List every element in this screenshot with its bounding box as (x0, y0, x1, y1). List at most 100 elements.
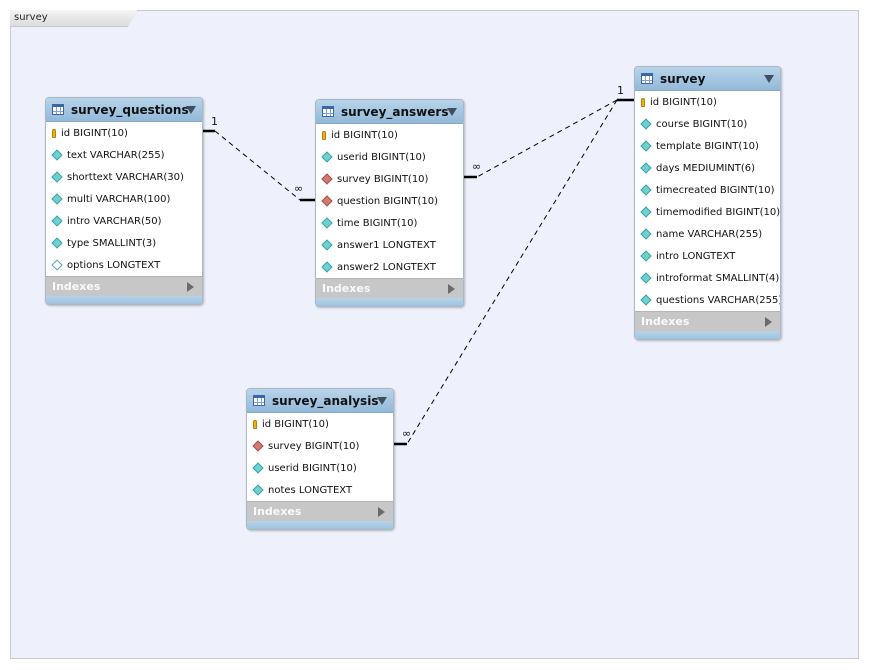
table-title: survey_analysis (272, 393, 379, 408)
table-title: survey (660, 71, 706, 86)
expand-arrow-icon[interactable] (187, 282, 194, 292)
column-icon (321, 239, 333, 251)
column-row[interactable]: answer2 LONGTEXT (316, 256, 463, 278)
collapse-arrow-icon[interactable] (447, 108, 457, 116)
indexes-label: Indexes (322, 282, 371, 295)
indexes-section[interactable]: Indexes (316, 278, 463, 298)
column-label: userid BIGINT(10) (268, 462, 357, 474)
column-row[interactable]: multi VARCHAR(100) (46, 188, 202, 210)
column-label: options LONGTEXT (67, 259, 161, 271)
collapse-arrow-icon[interactable] (186, 106, 196, 114)
column-label: answer1 LONGTEXT (337, 239, 436, 251)
column-label: shorttext VARCHAR(30) (67, 171, 184, 183)
table-survey[interactable]: survey id BIGINT(10) course BIGINT(10) t… (634, 66, 781, 340)
table-header[interactable]: survey_analysis (247, 389, 393, 413)
collapse-arrow-icon[interactable] (377, 397, 387, 405)
relationship-survey-answers[interactable] (462, 98, 635, 179)
indexes-section[interactable]: Indexes (247, 501, 393, 521)
column-row[interactable]: timecreated BIGINT(10) (635, 179, 780, 201)
column-row[interactable]: days MEDIUMINT(6) (635, 157, 780, 179)
column-row[interactable]: name VARCHAR(255) (635, 223, 780, 245)
column-row[interactable]: text VARCHAR(255) (46, 144, 202, 166)
relationship-line (476, 99, 618, 178)
column-row[interactable]: notes LONGTEXT (247, 479, 393, 501)
column-label: intro VARCHAR(50) (67, 215, 162, 227)
column-row[interactable]: options LONGTEXT (46, 254, 202, 276)
indexes-section[interactable]: Indexes (46, 276, 202, 296)
column-label: question BIGINT(10) (337, 195, 439, 207)
column-label: time BIGINT(10) (337, 217, 418, 229)
column-icon (252, 462, 264, 474)
primary-key-icon (641, 97, 645, 107)
table-header[interactable]: survey_questions (46, 98, 202, 122)
expand-arrow-icon[interactable] (765, 317, 772, 327)
table-header[interactable]: survey_answers (316, 100, 463, 124)
column-label: days MEDIUMINT(6) (656, 162, 756, 174)
column-label: survey BIGINT(10) (337, 173, 429, 185)
column-row[interactable]: intro LONGTEXT (635, 245, 780, 267)
collapse-arrow-icon[interactable] (764, 75, 774, 83)
column-label: template BIGINT(10) (656, 140, 759, 152)
column-row[interactable]: intro VARCHAR(50) (46, 210, 202, 232)
table-survey-questions[interactable]: survey_questions id BIGINT(10) text VARC… (45, 97, 203, 305)
column-icon (640, 118, 652, 130)
column-icon (51, 237, 63, 249)
indexes-section[interactable]: Indexes (635, 311, 780, 331)
table-icon (641, 73, 653, 84)
table-survey-answers[interactable]: survey_answers id BIGINT(10) userid BIGI… (315, 99, 464, 307)
column-row[interactable]: id BIGINT(10) (635, 91, 780, 113)
column-row[interactable]: id BIGINT(10) (46, 122, 202, 144)
column-icon (640, 140, 652, 152)
column-row[interactable]: id BIGINT(10) (247, 413, 393, 435)
column-icon (51, 171, 63, 183)
column-row[interactable]: userid BIGINT(10) (247, 457, 393, 479)
column-icon (321, 217, 333, 229)
cardinality-label: ∞ (294, 182, 304, 195)
column-label: id BIGINT(10) (61, 127, 128, 139)
indexes-label: Indexes (253, 505, 302, 518)
primary-key-icon (253, 419, 257, 429)
indexes-label: Indexes (52, 280, 101, 293)
column-icon (640, 184, 652, 196)
column-label: userid BIGINT(10) (337, 151, 426, 163)
column-row[interactable]: questions VARCHAR(255) (635, 289, 780, 311)
column-label: introformat SMALLINT(4) (656, 272, 780, 284)
column-row[interactable]: shorttext VARCHAR(30) (46, 166, 202, 188)
column-label: notes LONGTEXT (268, 484, 353, 496)
column-icon (321, 151, 333, 163)
primary-key-icon (322, 130, 326, 140)
table-footer (635, 331, 780, 339)
column-row[interactable]: id BIGINT(10) (316, 124, 463, 146)
cardinality-label: 1 (211, 115, 218, 128)
column-label: timemodified BIGINT(10) (656, 206, 781, 218)
column-label: answer2 LONGTEXT (337, 261, 436, 273)
column-label: id BIGINT(10) (650, 96, 717, 108)
column-label: id BIGINT(10) (262, 418, 329, 430)
expand-arrow-icon[interactable] (378, 507, 385, 517)
column-row[interactable]: survey BIGINT(10) (247, 435, 393, 457)
cardinality-label: ∞ (472, 160, 482, 173)
foreign-key-icon (321, 195, 333, 207)
column-row[interactable]: answer1 LONGTEXT (316, 234, 463, 256)
expand-arrow-icon[interactable] (448, 284, 455, 294)
column-label: id BIGINT(10) (331, 129, 398, 141)
foreign-key-icon (321, 173, 333, 185)
column-row[interactable]: userid BIGINT(10) (316, 146, 463, 168)
column-row[interactable]: survey BIGINT(10) (316, 168, 463, 190)
column-icon (640, 206, 652, 218)
table-icon (322, 106, 334, 117)
table-icon (253, 395, 265, 406)
column-row[interactable]: course BIGINT(10) (635, 113, 780, 135)
column-label: course BIGINT(10) (656, 118, 748, 130)
column-icon (640, 294, 652, 306)
column-row[interactable]: time BIGINT(10) (316, 212, 463, 234)
table-survey-analysis[interactable]: survey_analysis id BIGINT(10) survey BIG… (246, 388, 394, 530)
column-row[interactable]: question BIGINT(10) (316, 190, 463, 212)
nullable-column-icon (51, 259, 63, 271)
table-header[interactable]: survey (635, 67, 780, 91)
column-row[interactable]: type SMALLINT(3) (46, 232, 202, 254)
primary-key-icon (52, 128, 56, 138)
column-row[interactable]: timemodified BIGINT(10) (635, 201, 780, 223)
column-row[interactable]: introformat SMALLINT(4) (635, 267, 780, 289)
column-row[interactable]: template BIGINT(10) (635, 135, 780, 157)
